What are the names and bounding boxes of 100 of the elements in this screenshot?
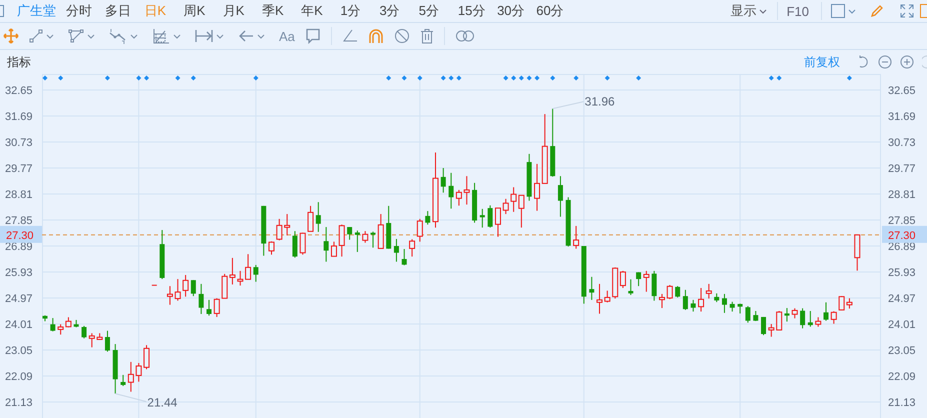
axis-label: 30.73: [5, 136, 33, 149]
wave-tool-icon[interactable]: [109, 28, 127, 44]
zoom-out-icon[interactable]: [878, 55, 892, 69]
candlestick: [690, 299, 696, 312]
period-tab[interactable]: 月K: [222, 2, 262, 20]
candlestick: [276, 218, 282, 241]
caret-icon: [758, 8, 767, 14]
event-marker[interactable]: [448, 76, 454, 80]
candlestick: [74, 319, 79, 328]
caret-icon[interactable]: [173, 34, 181, 38]
event-marker[interactable]: [58, 76, 64, 80]
candlestick: [464, 176, 470, 206]
caret-icon[interactable]: [848, 8, 856, 14]
candlestick: [440, 168, 446, 194]
candlestick: [604, 290, 610, 303]
line-tool-icon[interactable]: [29, 29, 43, 43]
candlestick: [808, 310, 813, 328]
link-icon[interactable]: [454, 30, 475, 42]
period-tab[interactable]: 3分: [380, 2, 419, 20]
period-tab[interactable]: 15分: [458, 2, 498, 20]
event-marker[interactable]: [175, 76, 180, 80]
period-tab[interactable]: 多日: [105, 2, 144, 20]
indicator-label[interactable]: 指标: [7, 54, 31, 70]
period-tab[interactable]: 季K: [262, 2, 302, 20]
f10-button[interactable]: F10: [786, 4, 809, 18]
candlestick: [284, 214, 290, 236]
event-marker[interactable]: [144, 76, 150, 80]
candlestick: [245, 254, 252, 280]
candlestick: [347, 226, 352, 240]
event-marker[interactable]: [604, 76, 610, 80]
period-tab[interactable]: 5分: [418, 2, 458, 20]
speech-bubble-icon[interactable]: [304, 28, 321, 44]
period-tab[interactable]: 分时: [66, 2, 106, 20]
period-tab[interactable]: 年K: [301, 2, 340, 20]
candlestick: [596, 283, 602, 314]
fullscreen-icon[interactable]: [900, 4, 914, 18]
candlestick: [682, 289, 688, 310]
caret-icon[interactable]: [257, 34, 265, 38]
event-marker[interactable]: [417, 76, 422, 80]
candlestick: [378, 214, 384, 249]
event-marker[interactable]: [456, 76, 462, 80]
candlestick: [502, 198, 509, 215]
polygon-tool-icon[interactable]: [68, 29, 84, 43]
event-marker[interactable]: [846, 76, 852, 80]
period-tab[interactable]: 30分: [497, 2, 536, 20]
candlestick: [338, 224, 345, 258]
event-marker[interactable]: [768, 76, 774, 80]
candlestick: [761, 316, 766, 336]
period-tab[interactable]: 周K: [184, 2, 223, 20]
arrow-left-icon[interactable]: [238, 29, 254, 43]
axis-label: 31.69: [888, 110, 916, 123]
candlestick: [456, 189, 462, 206]
zoom-in-icon[interactable]: [900, 55, 914, 69]
event-marker[interactable]: [550, 76, 556, 80]
candlestick: [308, 205, 314, 232]
angle-icon[interactable]: [342, 29, 358, 43]
display-menu[interactable]: 显示: [730, 2, 767, 20]
trash-icon[interactable]: [420, 28, 434, 44]
fibonacci-tool-icon[interactable]: [152, 28, 170, 44]
event-marker[interactable]: [518, 76, 524, 80]
event-marker[interactable]: [136, 76, 142, 80]
caret-icon[interactable]: [216, 34, 224, 38]
move-icon[interactable]: [3, 28, 19, 44]
event-marker[interactable]: [503, 76, 508, 80]
undo-icon[interactable]: [858, 55, 870, 69]
candlestick: [128, 361, 134, 392]
candlestick: [394, 238, 399, 262]
magnet-icon[interactable]: [368, 28, 384, 44]
event-marker[interactable]: [386, 76, 392, 80]
event-marker[interactable]: [534, 76, 540, 80]
event-marker[interactable]: [440, 76, 446, 80]
caret-icon[interactable]: [46, 34, 54, 38]
event-marker[interactable]: [402, 76, 407, 80]
event-marker[interactable]: [190, 76, 196, 80]
event-marker[interactable]: [511, 76, 516, 80]
event-marker[interactable]: [526, 76, 532, 80]
axis-label: 28.81: [5, 189, 33, 201]
event-marker[interactable]: [104, 76, 110, 80]
pencil-icon[interactable]: [870, 4, 884, 18]
event-marker[interactable]: [636, 76, 642, 80]
axis-label: 21.13: [888, 397, 916, 410]
axis-label: 27.85: [5, 215, 33, 227]
candlestick: [370, 231, 376, 248]
event-marker[interactable]: [42, 76, 48, 80]
caret-icon[interactable]: [87, 34, 95, 38]
event-marker[interactable]: [776, 76, 782, 80]
candlestick: [628, 278, 634, 296]
candlestick: [738, 303, 743, 314]
axis-label: 29.77: [888, 163, 916, 175]
caret-icon[interactable]: [130, 34, 138, 38]
candlestick: [581, 246, 586, 304]
period-tab[interactable]: 1分: [340, 2, 380, 20]
axis-label: 26.89: [5, 241, 33, 253]
candlestick: [253, 264, 258, 282]
period-tab[interactable]: 60分: [536, 2, 576, 20]
candlestick: [722, 293, 727, 314]
axis-label: 32.65: [888, 84, 916, 97]
measure-tool-icon[interactable]: [195, 29, 213, 43]
event-marker[interactable]: [574, 76, 579, 80]
event-marker[interactable]: [253, 76, 258, 80]
